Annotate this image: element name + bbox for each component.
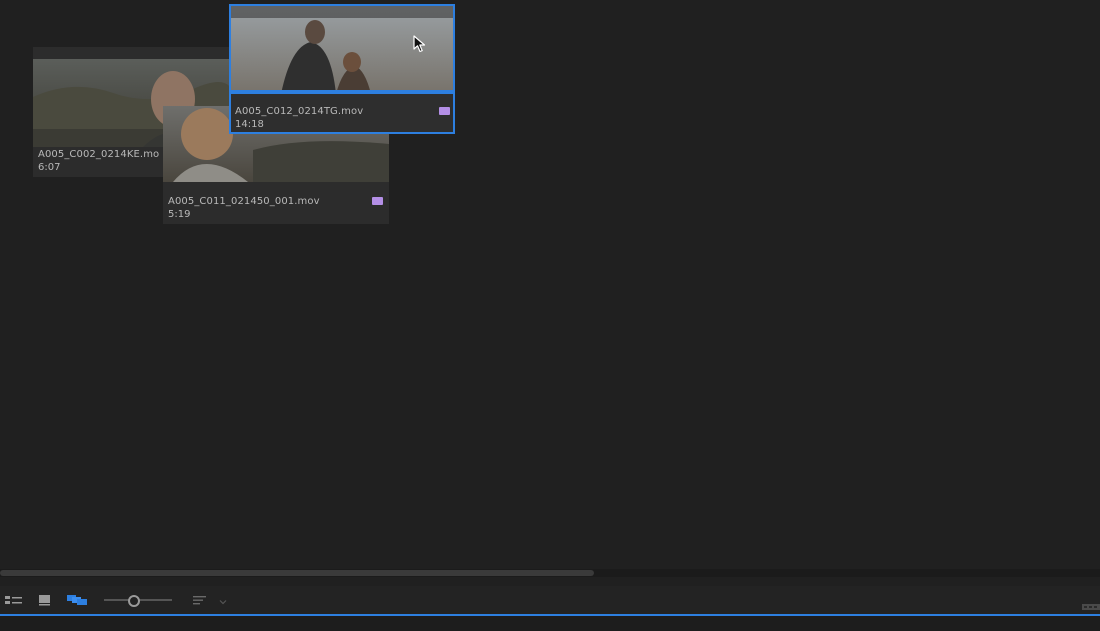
color-label-chip bbox=[439, 107, 450, 115]
panel-menu-icon[interactable] bbox=[1082, 596, 1100, 610]
mouse-cursor-icon bbox=[413, 35, 427, 57]
list-view-button[interactable] bbox=[3, 592, 25, 608]
icon-view-button[interactable] bbox=[36, 592, 54, 608]
clip-name: A005_C002_0214KE.mo bbox=[38, 149, 160, 160]
panel-bottom-edge bbox=[0, 616, 1100, 631]
freeform-view-icon bbox=[65, 591, 89, 610]
clip-name: A005_C012_0214TG.mov bbox=[235, 106, 364, 117]
horizontal-scrollbar-thumb[interactable] bbox=[0, 570, 594, 576]
chevron-down-icon bbox=[218, 591, 228, 610]
color-label-chip bbox=[372, 197, 383, 205]
freeform-view-button[interactable] bbox=[64, 592, 90, 608]
clip-duration: 5:19 bbox=[168, 209, 191, 220]
sort-icon bbox=[192, 591, 208, 610]
icon-view-icon bbox=[38, 591, 52, 610]
list-view-icon bbox=[4, 591, 24, 610]
clip-duration: 6:07 bbox=[38, 162, 61, 173]
zoom-slider[interactable] bbox=[104, 593, 174, 607]
sort-icons-button[interactable] bbox=[190, 592, 210, 608]
project-panel-freeform-view: A005_C002_0214KE.mo 6:07 A005_C011_02145… bbox=[0, 0, 1100, 631]
zoom-slider-knob[interactable] bbox=[128, 595, 140, 607]
clip-duration: 14:18 bbox=[235, 119, 264, 130]
sort-dropdown-button[interactable] bbox=[216, 592, 230, 608]
clip-name: A005_C011_021450_001.mov bbox=[168, 196, 320, 207]
clip-card-selected[interactable]: A005_C012_0214TG.mov 14:18 bbox=[229, 4, 455, 134]
